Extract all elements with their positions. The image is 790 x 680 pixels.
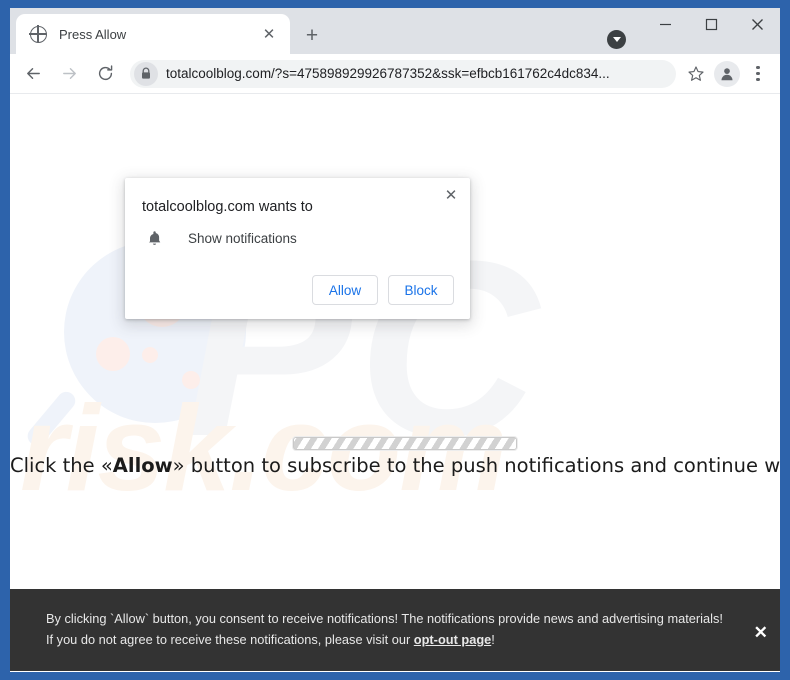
banner-close-icon[interactable]: ✕ — [742, 603, 780, 643]
bell-icon — [142, 230, 166, 247]
dialog-close-icon[interactable]: ✕ — [438, 182, 464, 208]
opt-out-link[interactable]: opt-out page — [414, 632, 491, 647]
forward-icon[interactable] — [54, 59, 84, 89]
consent-text-part2: ! — [491, 632, 495, 647]
lock-icon[interactable] — [134, 61, 158, 86]
three-dot-glyph — [756, 66, 760, 81]
page-viewport: PC risk.com Click the «Allow» button to … — [10, 94, 780, 671]
tab-close-icon[interactable]: ✕ — [258, 23, 280, 45]
tab-title: Press Allow — [59, 26, 127, 42]
new-tab-button[interactable]: + — [298, 21, 326, 49]
chevron-down-glyph — [612, 37, 621, 42]
dialog-actions: Allow Block — [312, 275, 454, 305]
permission-row: Show notifications — [142, 230, 297, 247]
three-dot-menu-icon[interactable] — [744, 60, 772, 88]
headline-allow-word: Allow — [112, 454, 173, 477]
tab-strip: Press Allow ✕ + — [10, 8, 780, 54]
chevron-down-icon[interactable] — [607, 30, 626, 49]
notification-permission-dialog: ✕ totalcoolblog.com wants to Show notifi… — [125, 178, 470, 319]
address-bar[interactable]: totalcoolblog.com/?s=475898929926787352&… — [130, 59, 676, 88]
reload-icon[interactable] — [90, 59, 120, 89]
url-text: totalcoolblog.com/?s=475898929926787352&… — [166, 66, 610, 81]
window-controls — [642, 8, 780, 54]
browser-toolbar: totalcoolblog.com/?s=475898929926787352&… — [10, 54, 780, 94]
star-icon[interactable] — [682, 60, 710, 88]
allow-button[interactable]: Allow — [312, 275, 378, 305]
browser-tab[interactable]: Press Allow ✕ — [16, 14, 290, 54]
back-icon[interactable] — [18, 59, 48, 89]
progress-bar — [293, 437, 517, 450]
maximize-button[interactable] — [688, 8, 734, 40]
close-window-button[interactable] — [734, 8, 780, 40]
globe-icon — [29, 24, 47, 43]
window-frame: Press Allow ✕ + totalcoolblog.com/?s=475… — [0, 0, 790, 680]
browser-window: Press Allow ✕ + totalcoolblog.com/?s=475… — [10, 8, 780, 672]
consent-banner-text: By clicking `Allow` button, you consent … — [10, 609, 742, 650]
watermark-dot — [96, 337, 130, 371]
block-button[interactable]: Block — [388, 275, 454, 305]
page-headline: Click the «Allow» button to subscribe to… — [10, 454, 780, 477]
headline-suffix: » button to subscribe to the push notifi… — [172, 454, 780, 477]
minimize-button[interactable] — [642, 8, 688, 40]
account-avatar-icon[interactable] — [714, 60, 740, 87]
permission-label: Show notifications — [188, 231, 297, 246]
consent-banner: By clicking `Allow` button, you consent … — [10, 589, 780, 671]
consent-text-part1: By clicking `Allow` button, you consent … — [46, 611, 723, 647]
watermark-dot — [142, 347, 158, 363]
headline-prefix: Click the « — [10, 454, 113, 477]
dialog-title: totalcoolblog.com wants to — [142, 199, 313, 215]
